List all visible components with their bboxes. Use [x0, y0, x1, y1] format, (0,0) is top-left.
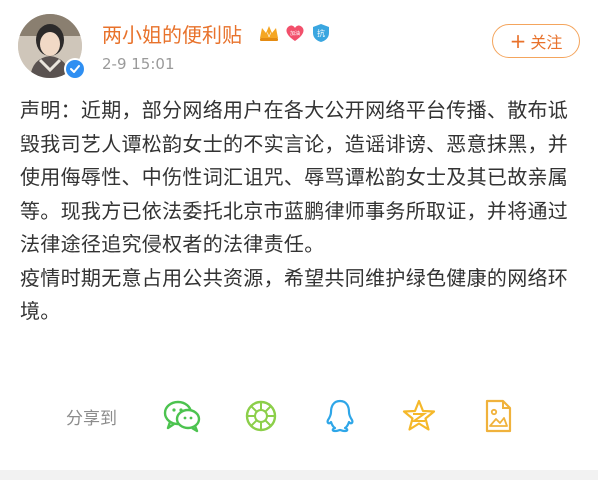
post-paragraph: 疫情时期无意占用公共资源，希望共同维护绿色健康的网络环境。	[20, 265, 569, 324]
post-paragraph: 声明：近期，部分网络用户在各大公开网络平台传播、散布诋毁我司艺人谭松韵女士的不实…	[20, 98, 569, 256]
qq-icon[interactable]	[320, 396, 360, 436]
vip-crown-icon[interactable]: V	[258, 22, 280, 44]
follow-button[interactable]: + 关注	[492, 24, 580, 58]
shield-badge-icon[interactable]: 抗	[310, 22, 332, 44]
share-bar: 分享到	[66, 396, 557, 436]
shield-badge-text: 抗	[317, 28, 325, 38]
wechat-icon[interactable]	[162, 396, 202, 436]
post-timestamp: 2-9 15:01	[102, 55, 175, 73]
username[interactable]: 两小姐的便利贴	[102, 22, 242, 48]
heart-badge-text: 加油	[290, 30, 300, 37]
weibo-post: 两小姐的便利贴 V 加油 抗 2-9 15:01 + 关注 声明：近期，部分网络…	[0, 0, 598, 470]
qzone-icon[interactable]	[399, 396, 439, 436]
user-badges: V 加油 抗	[258, 22, 332, 44]
verified-badge-icon	[64, 58, 86, 80]
heart-badge-icon[interactable]: 加油	[284, 22, 306, 44]
share-label: 分享到	[66, 408, 117, 429]
save-image-icon[interactable]	[478, 396, 518, 436]
post-content: 声明：近期，部分网络用户在各大公开网络平台传播、散布诋毁我司艺人谭松韵女士的不实…	[20, 94, 580, 329]
plus-icon: +	[509, 29, 527, 53]
follow-label: 关注	[530, 33, 563, 52]
bottom-divider	[0, 470, 598, 480]
moments-icon[interactable]	[241, 396, 281, 436]
